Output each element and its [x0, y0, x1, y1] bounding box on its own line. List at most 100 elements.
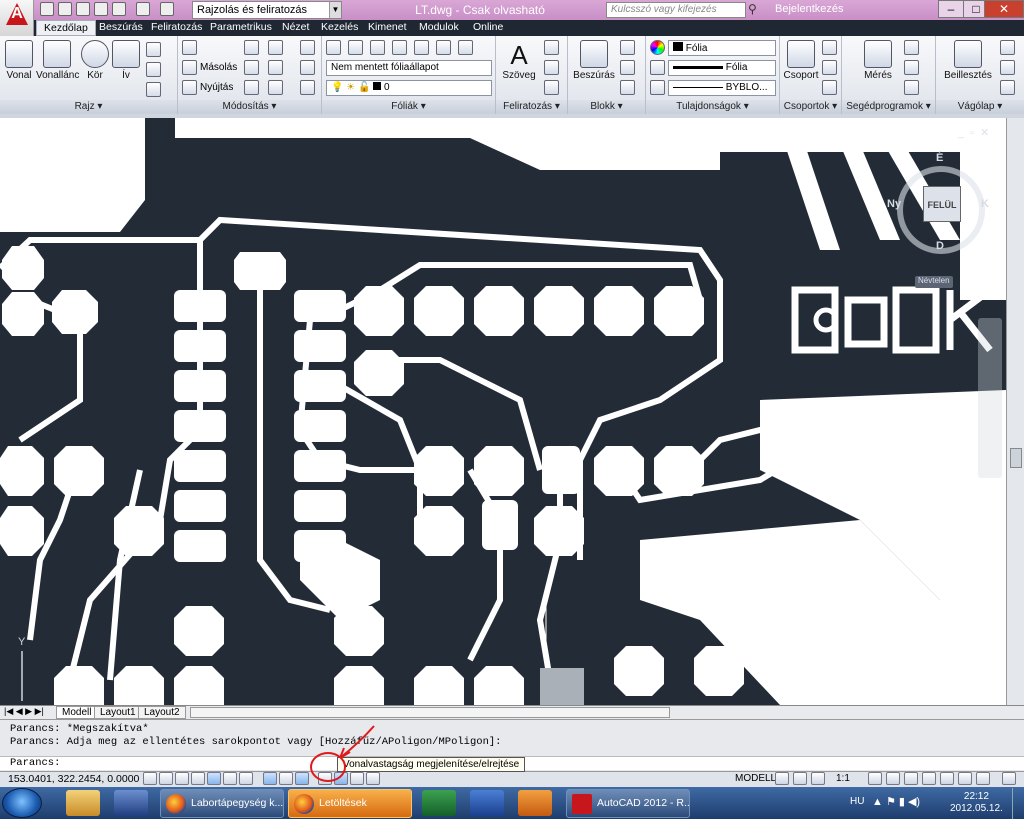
offset-icon[interactable] [300, 80, 315, 95]
polyline-tool[interactable]: Vonallánc [36, 40, 79, 81]
login-link[interactable]: Bejelentkezés [775, 3, 844, 15]
line-tool[interactable]: Vonal [4, 40, 34, 81]
tray-icons[interactable]: ▲ ⚑ ▮ ◀) [872, 795, 920, 808]
start-button[interactable] [2, 788, 42, 818]
task-autocad[interactable]: AutoCAD 2012 - R... [566, 789, 690, 818]
coordinates-readout[interactable]: 153.0401, 322.2454, 0.0000 [8, 773, 139, 785]
block-attributes-icon[interactable] [620, 80, 635, 95]
panel-draw-label[interactable]: Rajz ▾ [0, 100, 177, 114]
snap-mode-icon[interactable] [159, 772, 173, 785]
insert-block-tool[interactable]: Beszúrás [572, 40, 616, 81]
dynamic-input-icon[interactable] [295, 772, 309, 785]
move-icon[interactable] [182, 40, 197, 55]
workspace-switching-icon[interactable] [904, 772, 918, 785]
tab-online[interactable]: Online [466, 20, 510, 36]
auto-scale-icon[interactable] [886, 772, 900, 785]
current-layer-select[interactable]: 💡 ☀ 🔓 0 [326, 80, 492, 96]
tab-model[interactable]: Modell [56, 706, 98, 719]
point-id-icon[interactable] [904, 80, 919, 95]
tab-layout2[interactable]: Layout2 [138, 706, 186, 719]
annotation-scale[interactable]: 1:1 [836, 773, 850, 784]
viewport-controls[interactable]: _▫✕ [958, 126, 995, 139]
grid-display-icon[interactable] [175, 772, 189, 785]
panel-properties-label[interactable]: Tulajdonságok ▾ [646, 100, 779, 114]
selection-cycling-icon[interactable] [366, 772, 380, 785]
layer-isolate-icon[interactable] [370, 40, 385, 55]
model-space-label[interactable]: MODELL [735, 773, 776, 784]
stretch-icon[interactable] [182, 80, 197, 95]
horizontal-scrollbar[interactable] [190, 707, 670, 718]
compass-south[interactable]: D [936, 240, 944, 252]
quick-select-icon[interactable] [904, 40, 919, 55]
floppy-save-icon[interactable] [114, 790, 148, 816]
panel-utilities-label[interactable]: Segédprogramok ▾ [842, 100, 935, 114]
stretch-label[interactable]: Nyújtás [200, 82, 233, 93]
ducs-icon[interactable] [279, 772, 293, 785]
explode-icon[interactable] [300, 60, 315, 75]
tab-output[interactable]: Kimenet [361, 20, 414, 36]
group-edit-icon[interactable] [822, 60, 837, 75]
task-firefox-downloads[interactable]: Letöltések [288, 789, 412, 818]
tab-layout1[interactable]: Layout1 [94, 706, 142, 719]
ungroup-icon[interactable] [822, 40, 837, 55]
otrack-icon[interactable] [263, 772, 277, 785]
viewcube[interactable]: FELÜL É D K Ny [887, 152, 997, 262]
quick-view-layouts-icon[interactable] [775, 772, 789, 785]
compass-west[interactable]: Ny [887, 198, 901, 210]
word-icon[interactable] [470, 790, 504, 816]
explorer-icon[interactable] [66, 790, 100, 816]
lock-ui-icon[interactable] [922, 772, 936, 785]
erase-icon[interactable] [300, 40, 315, 55]
minimize-button[interactable]: – [938, 0, 964, 18]
show-desktop-button[interactable] [1012, 788, 1024, 819]
panel-annotation-label[interactable]: Feliratozás ▾ [496, 100, 567, 114]
panel-block-label[interactable]: Blokk ▾ [568, 100, 645, 114]
paste-tool[interactable]: Beillesztés [942, 40, 994, 81]
object-snap-icon[interactable] [223, 772, 237, 785]
color-wheel-icon[interactable] [650, 40, 665, 55]
undo-icon[interactable] [136, 2, 150, 16]
status-bar-menu-icon[interactable] [976, 772, 990, 785]
drawing-canvas[interactable] [0, 118, 1006, 705]
rotate-icon[interactable] [244, 40, 259, 55]
copy-icon[interactable] [182, 60, 197, 75]
scrollbar-thumb[interactable] [1010, 448, 1022, 468]
clean-screen-icon[interactable] [1002, 772, 1016, 785]
measure-tool[interactable]: Mérés [856, 40, 900, 81]
workspace-select[interactable]: Rajzolás és feliratozás ▼ [192, 1, 342, 19]
tab-parametric[interactable]: Parametrikus [203, 20, 279, 36]
group-select-icon[interactable] [822, 80, 837, 95]
vertical-scrollbar[interactable] [1006, 118, 1024, 705]
hatch-icon[interactable] [146, 62, 161, 77]
quick-properties-icon[interactable] [350, 772, 364, 785]
search-input[interactable]: Kulcsszó vagy kifejezés [606, 2, 746, 18]
layout-nav-arrows[interactable]: |◀ ◀ ▶ ▶| [4, 706, 44, 717]
wcs-menu[interactable]: Névtelen [915, 276, 953, 288]
layer-state-select[interactable]: Nem mentett fóliaállapot [326, 60, 492, 76]
save-icon[interactable] [76, 2, 90, 16]
task-firefox-labortap[interactable]: Labortápegység k... [160, 789, 284, 818]
tab-plugins[interactable]: Modulok [412, 20, 466, 36]
panel-layers-label[interactable]: Fóliák ▾ [322, 100, 495, 114]
print-icon[interactable] [112, 2, 126, 16]
edit-block-icon[interactable] [620, 60, 635, 75]
cut-icon[interactable] [1000, 40, 1015, 55]
array-icon[interactable] [268, 80, 283, 95]
media-player-icon[interactable] [518, 790, 552, 816]
linetype-icon[interactable] [650, 60, 665, 75]
layer-state-icon[interactable] [348, 40, 363, 55]
panel-clipboard-label[interactable]: Vágólap ▾ [936, 100, 1024, 114]
3d-osnap-icon[interactable] [239, 772, 253, 785]
color-select[interactable]: Fólia [668, 40, 776, 56]
system-clock[interactable]: 22:12 2012.05.12. [950, 791, 1003, 815]
lineweight-select[interactable]: BYBLO... [668, 80, 776, 96]
panel-groups-label[interactable]: Csoportok ▾ [780, 100, 841, 114]
excel-icon[interactable] [422, 790, 456, 816]
hardware-acceleration-icon[interactable] [940, 772, 954, 785]
tab-insert[interactable]: Beszúrás [92, 20, 150, 36]
group-tool[interactable]: Csoport [782, 40, 820, 81]
polar-tracking-icon[interactable] [207, 772, 221, 785]
redo-icon[interactable] [160, 2, 174, 16]
layer-freeze-icon[interactable] [392, 40, 407, 55]
arc-tool[interactable]: Ív [112, 40, 140, 81]
